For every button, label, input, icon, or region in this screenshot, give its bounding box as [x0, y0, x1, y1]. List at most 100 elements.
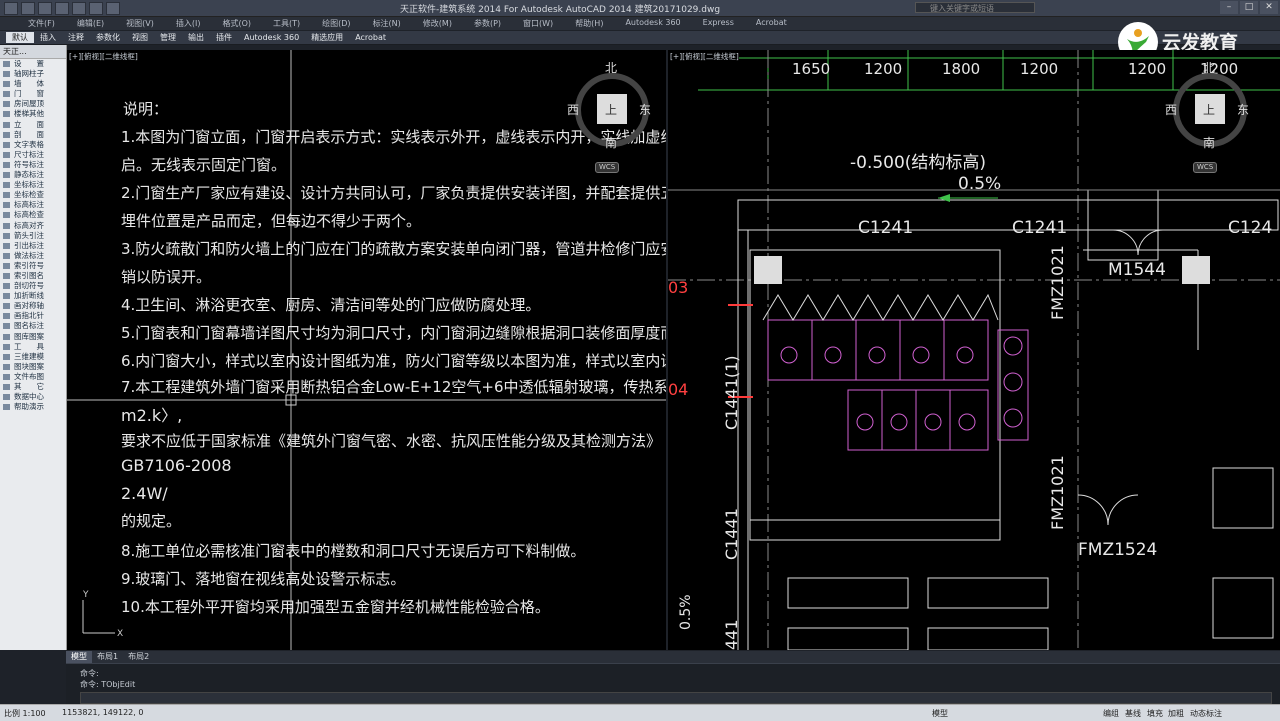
compass-north[interactable]: 北 — [1203, 59, 1215, 76]
search-input[interactable]: 键入关键字或短语 — [915, 2, 1035, 13]
palette-item[interactable]: 文件布图 — [0, 372, 66, 382]
viewport-left[interactable]: [+][俯视][二维线框] Y X 说明： 1.本图为门窗立面，门窗开启表示方式：… — [67, 50, 666, 650]
palette-item[interactable]: 图库图案 — [0, 332, 66, 342]
palette-item[interactable]: 墙 体 — [0, 79, 66, 89]
viewport-right[interactable]: [+][俯视][二维线框] 1650 1200 1800 1200 1200 1200 -… — [668, 50, 1280, 650]
compass-west[interactable]: 西 — [1165, 101, 1177, 118]
menu-item[interactable]: Acrobat — [756, 18, 787, 29]
status-toggle[interactable]: 填充 — [1147, 708, 1163, 719]
compass-north[interactable]: 北 — [605, 59, 617, 76]
menu-item[interactable]: 修改(M) — [423, 18, 452, 29]
scale-selector[interactable]: 比例 1:100 — [4, 708, 46, 719]
save-icon[interactable] — [38, 2, 52, 15]
ribbon-tab[interactable]: 参数化 — [90, 32, 126, 43]
menu-item[interactable]: 插入(I) — [176, 18, 201, 29]
menu-item[interactable]: 编辑(E) — [77, 18, 104, 29]
palette-item[interactable]: 轴网柱子 — [0, 69, 66, 79]
ribbon-tab[interactable]: 注释 — [62, 32, 90, 43]
ribbon-tab[interactable]: 默认 — [6, 32, 34, 43]
minimize-icon[interactable]: – — [1220, 1, 1238, 14]
print-icon[interactable] — [72, 2, 86, 15]
palette-item[interactable]: 做法标注 — [0, 251, 66, 261]
palette-item[interactable]: 立 面 — [0, 120, 66, 130]
palette-item[interactable]: 剖 面 — [0, 130, 66, 140]
palette-item[interactable]: 楼梯其他 — [0, 109, 66, 119]
compass-south[interactable]: 南 — [605, 134, 617, 151]
palette-item[interactable]: 标高检查 — [0, 210, 66, 220]
status-toggle[interactable]: 基线 — [1125, 708, 1141, 719]
palette-item[interactable]: 标高对齐 — [0, 221, 66, 231]
palette-item[interactable]: 图名标注 — [0, 321, 66, 331]
palette-item[interactable]: 设 置 — [0, 59, 66, 69]
palette-item[interactable]: 图块图案 — [0, 362, 66, 372]
undo-icon[interactable] — [89, 2, 103, 15]
status-toggle[interactable]: 模型 — [932, 708, 948, 719]
palette-item[interactable]: 文字表格 — [0, 140, 66, 150]
menu-item[interactable]: 标注(N) — [373, 18, 401, 29]
palette-item[interactable]: 坐标检查 — [0, 190, 66, 200]
wcs-menu-button[interactable]: WCS — [1193, 162, 1218, 173]
palette-item[interactable]: 三维建模 — [0, 352, 66, 362]
palette-item[interactable]: 索引图名 — [0, 271, 66, 281]
palette-item[interactable]: 剖切符号 — [0, 281, 66, 291]
palette-header[interactable]: 天正... — [0, 45, 66, 59]
palette-item[interactable]: 引出标注 — [0, 241, 66, 251]
ribbon-tab[interactable]: 管理 — [154, 32, 182, 43]
close-icon[interactable]: ✕ — [1260, 1, 1278, 14]
palette-item[interactable]: 门 窗 — [0, 89, 66, 99]
compass-south[interactable]: 南 — [1203, 134, 1215, 151]
palette-item[interactable]: 索引符号 — [0, 261, 66, 271]
compass-west[interactable]: 西 — [567, 101, 579, 118]
status-toggle[interactable]: 加粗 — [1168, 708, 1184, 719]
palette-item[interactable]: 标高标注 — [0, 200, 66, 210]
palette-item[interactable]: 帮助演示 — [0, 402, 66, 412]
palette-item[interactable]: 画对称轴 — [0, 301, 66, 311]
menu-item[interactable]: Autodesk 360 — [625, 18, 680, 29]
viewport-label[interactable]: [+][俯视][二维线框] — [670, 51, 739, 62]
save-as-icon[interactable] — [55, 2, 69, 15]
palette-item[interactable]: 加折断线 — [0, 291, 66, 301]
new-file-icon[interactable] — [4, 2, 18, 15]
layout-tab[interactable]: 布局2 — [123, 651, 154, 663]
palette-item[interactable]: 静态标注 — [0, 170, 66, 180]
status-toggle[interactable]: 编组 — [1103, 708, 1119, 719]
menu-item[interactable]: 窗口(W) — [523, 18, 553, 29]
redo-icon[interactable] — [106, 2, 120, 15]
status-toggle[interactable]: 动态标注 — [1190, 708, 1222, 719]
menu-item[interactable]: 文件(F) — [28, 18, 55, 29]
menu-item[interactable]: 格式(O) — [222, 18, 251, 29]
menu-item[interactable]: 工具(T) — [273, 18, 300, 29]
compass-east[interactable]: 东 — [639, 101, 651, 118]
ribbon-tab[interactable]: 视图 — [126, 32, 154, 43]
menu-item[interactable]: 绘图(D) — [322, 18, 350, 29]
palette-item[interactable]: 工 具 — [0, 342, 66, 352]
palette-item[interactable]: 坐标标注 — [0, 180, 66, 190]
layout-tab[interactable]: 模型 — [66, 651, 92, 663]
palette-item[interactable]: 房间屋顶 — [0, 99, 66, 109]
palette-item[interactable]: 符号标注 — [0, 160, 66, 170]
ribbon-tab[interactable]: 插件 — [210, 32, 238, 43]
ribbon-tab[interactable]: 插入 — [34, 32, 62, 43]
menu-item[interactable]: 参数(P) — [474, 18, 501, 29]
viewcube-top-face[interactable]: 上 — [1203, 101, 1215, 118]
compass-east[interactable]: 东 — [1237, 101, 1249, 118]
palette-item[interactable]: 箭头引注 — [0, 231, 66, 241]
viewcube-right[interactable]: 北 南 东 西 上 — [1165, 58, 1255, 168]
palette-item[interactable]: 尺寸标注 — [0, 150, 66, 160]
viewcube-left[interactable]: 北 南 东 西 上 — [567, 58, 657, 168]
command-input[interactable] — [80, 692, 1272, 704]
menu-item[interactable]: 视图(V) — [126, 18, 154, 29]
maximize-icon[interactable]: □ — [1240, 1, 1258, 14]
ribbon-tab[interactable]: 精选应用 — [305, 32, 349, 43]
ribbon-tab[interactable]: Acrobat — [349, 32, 392, 43]
layout-tab[interactable]: 布局1 — [92, 651, 123, 663]
menu-item[interactable]: Express — [703, 18, 734, 29]
palette-item[interactable]: 其 它 — [0, 382, 66, 392]
ribbon-tab[interactable]: Autodesk 360 — [238, 32, 305, 43]
menu-item[interactable]: 帮助(H) — [575, 18, 603, 29]
viewcube-top-face[interactable]: 上 — [605, 101, 617, 118]
ribbon-tab[interactable]: 输出 — [182, 32, 210, 43]
wcs-menu-button[interactable]: WCS — [595, 162, 620, 173]
palette-item[interactable]: 画指北针 — [0, 311, 66, 321]
open-file-icon[interactable] — [21, 2, 35, 15]
